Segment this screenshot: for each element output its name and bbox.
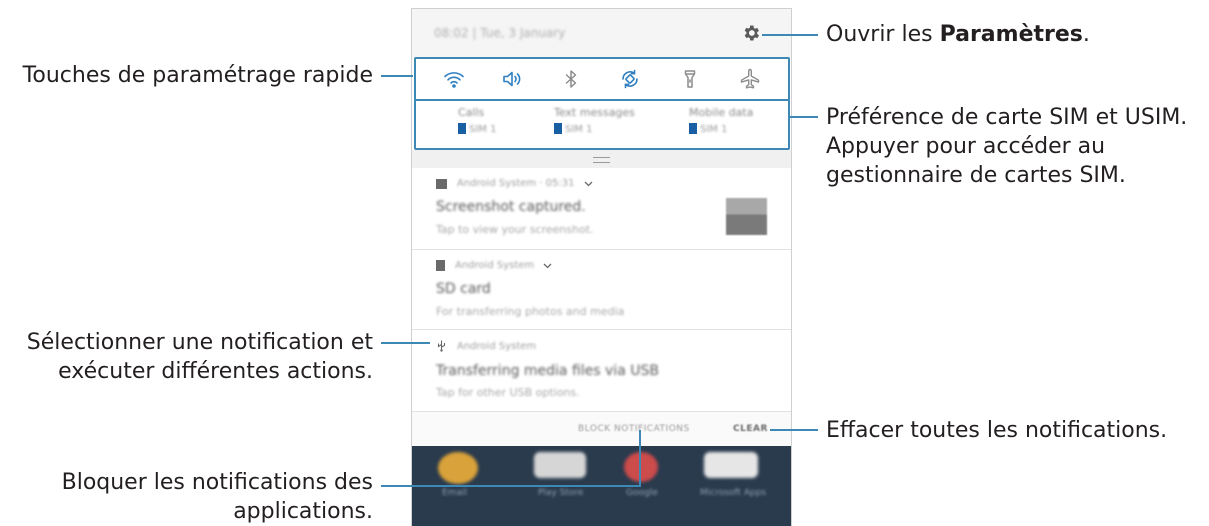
callout-select-notification: Sélectionner une notification et exécute… [26, 330, 373, 384]
app-label: Google [626, 488, 658, 498]
sim-pref-title: Mobile data [689, 106, 754, 119]
block-notifications-button[interactable]: BLOCK NOTIFICATIONS [578, 424, 690, 434]
notification-actions-row: BLOCK NOTIFICATIONS CLEAR [412, 412, 791, 446]
sd-card-icon [436, 260, 445, 271]
sim-pref-mobile-data[interactable]: Mobile data SIM 1 [689, 106, 753, 135]
quick-settings-panel [414, 57, 790, 101]
notification-sd-card[interactable]: Android System SD card For transferring … [412, 250, 791, 330]
screenshot-thumbnail [726, 198, 767, 235]
callout-line-sim [789, 116, 818, 118]
usb-icon [437, 340, 446, 352]
notification-subtitle: Tap to view your screenshot. [436, 223, 594, 236]
notification-app-name: Android System · 05:31 [457, 178, 575, 189]
notification-title: Transferring media files via USB [436, 363, 659, 379]
sim-card-badge-icon [458, 123, 466, 134]
google-app-icon[interactable] [624, 452, 658, 482]
chevron-down-icon[interactable] [543, 263, 552, 269]
callout-sim: Préférence de carte SIM et USIM. Appuyer… [826, 105, 1188, 188]
flashlight-icon[interactable] [678, 67, 702, 91]
sim-pref-calls[interactable]: Calls SIM 1 [458, 106, 496, 135]
image-icon [436, 178, 447, 189]
sim-pref-title: Text messages [554, 106, 635, 119]
wifi-icon[interactable] [442, 67, 466, 91]
callout-line-block [381, 485, 641, 487]
callout-settings: Ouvrir les Paramètres. [826, 22, 1090, 47]
callout-clear-all: Effacer toutes les notifications. [826, 418, 1168, 443]
callout-line-settings [762, 34, 818, 36]
notification-subtitle: Tap for other USB options. [436, 386, 580, 399]
app-label: Email [442, 488, 467, 498]
panel-drag-handle[interactable] [412, 150, 791, 168]
chevron-down-icon[interactable] [584, 181, 593, 187]
notification-app-name: Android System [457, 340, 537, 352]
clear-button[interactable]: CLEAR [733, 424, 768, 434]
sim-card-badge-icon [554, 123, 562, 134]
status-row: 08:02 | Tue, 3 January [412, 9, 791, 59]
notification-title: SD card [436, 281, 491, 297]
callout-quick-settings: Touches de paramétrage rapide [22, 63, 373, 88]
app-label: Microsoft Apps [700, 488, 767, 498]
callout-line-clear [770, 429, 818, 431]
gear-icon[interactable] [741, 23, 761, 43]
callout-block: Bloquer les notifications des applicatio… [61, 470, 373, 524]
sound-icon[interactable] [500, 67, 524, 91]
email-app-icon[interactable] [438, 452, 478, 484]
sim-pref-text-messages[interactable]: Text messages SIM 1 [554, 106, 635, 135]
sim-pref-title: Calls [458, 106, 485, 119]
sim-card-badge-icon [689, 123, 697, 134]
status-time-date: 08:02 | Tue, 3 January [434, 26, 566, 40]
notification-subtitle: For transferring photos and media [436, 305, 625, 318]
callout-line-quick-settings [381, 75, 413, 77]
drag-handle-icon [593, 157, 610, 163]
callout-line-block-vertical [639, 430, 641, 487]
play-store-app-icon[interactable] [534, 452, 586, 478]
notification-panel: 08:02 | Tue, 3 January Calls SIM 1 Text … [411, 8, 792, 526]
notification-app-name: Android System [455, 260, 535, 271]
sim-preference-panel[interactable]: Calls SIM 1 Text messages SIM 1 Mobile d… [414, 99, 790, 150]
notification-usb[interactable]: Android System Transferring media files … [412, 330, 791, 412]
microsoft-apps-icon[interactable] [704, 452, 758, 478]
app-label: Play Store [538, 488, 584, 498]
notification-title: Screenshot captured. [436, 199, 586, 215]
auto-rotate-icon[interactable] [618, 67, 642, 91]
callout-line-select-notification [381, 342, 430, 344]
notification-screenshot[interactable]: Android System · 05:31 Screenshot captur… [412, 168, 791, 250]
airplane-mode-icon[interactable] [738, 67, 762, 91]
bluetooth-icon[interactable] [559, 67, 583, 91]
